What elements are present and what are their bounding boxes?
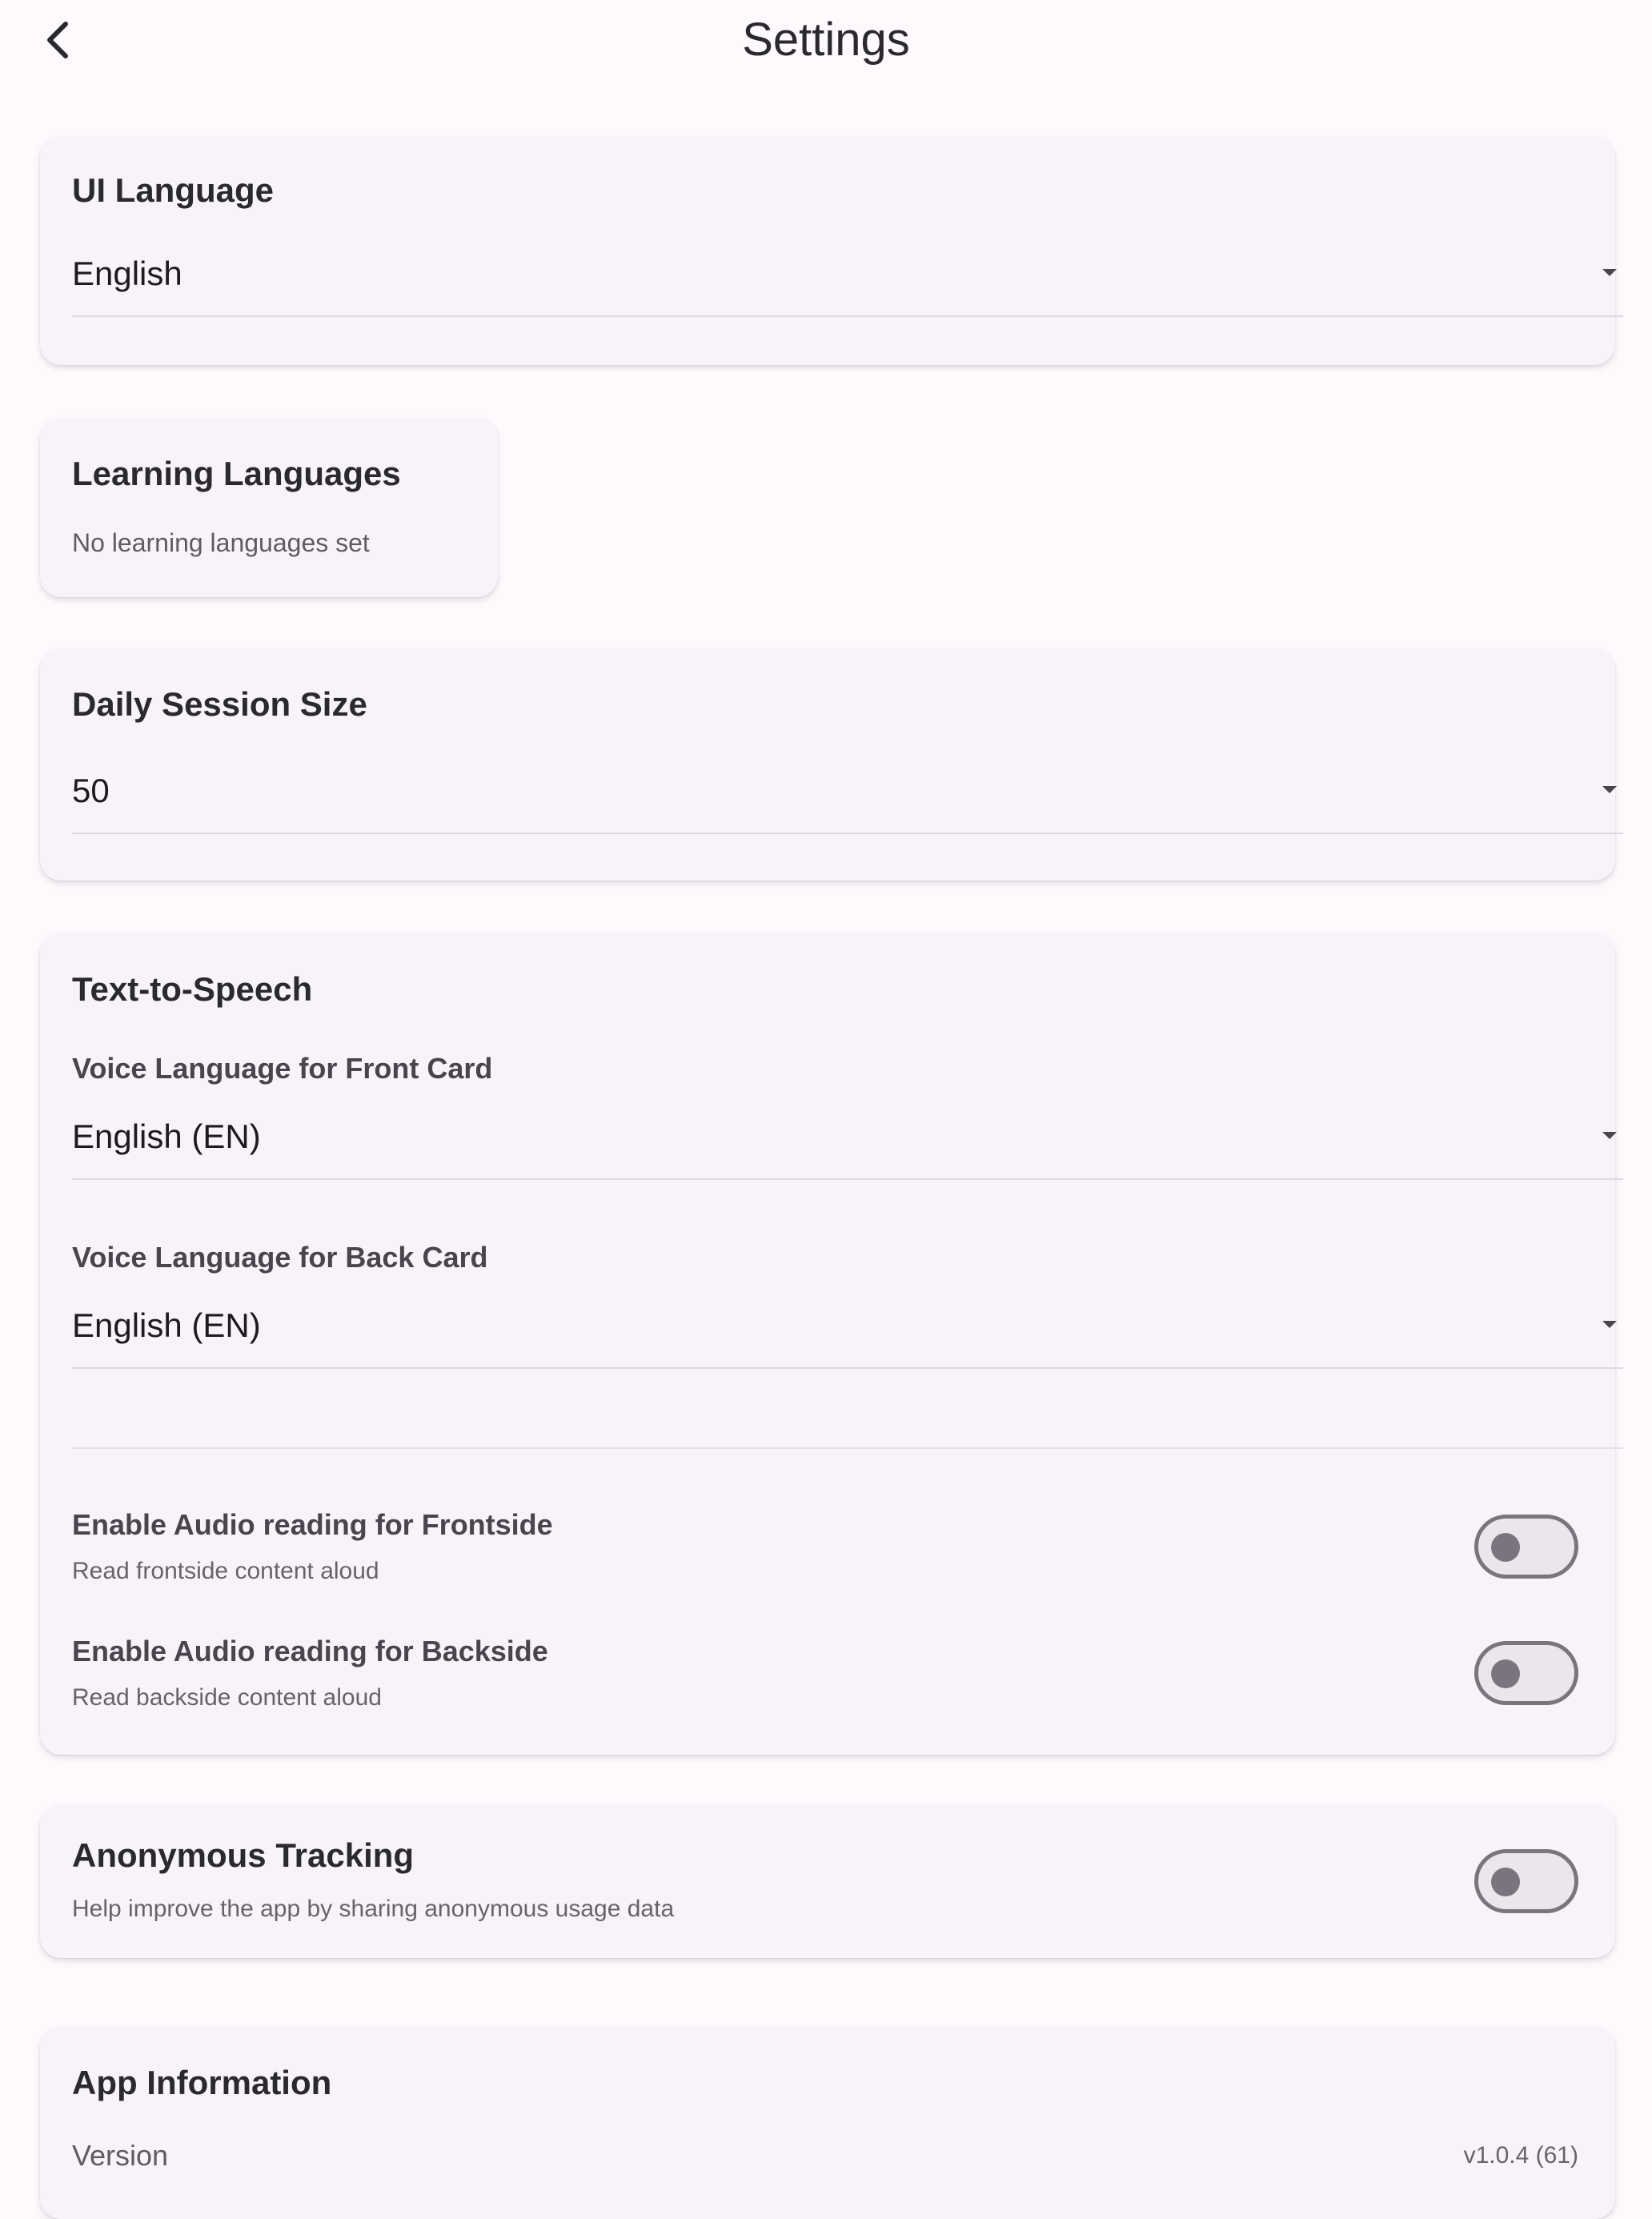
- ui-language-value: English: [72, 255, 182, 292]
- caret-down-icon: [1602, 1321, 1617, 1328]
- app-info-title: App Information: [72, 2064, 332, 2101]
- ui-language-title: UI Language: [72, 171, 275, 209]
- learning-languages-title: Learning Languages: [72, 455, 401, 492]
- tracking-toggle[interactable]: [1474, 1849, 1578, 1913]
- front-audio-title: Enable Audio reading for Frontside: [72, 1508, 553, 1541]
- caret-down-icon: [1602, 269, 1617, 276]
- daily-session-title: Daily Session Size: [72, 685, 367, 723]
- app-bar: Settings: [0, 0, 1652, 88]
- page-title: Settings: [742, 14, 910, 66]
- tts-divider: [72, 1447, 1623, 1449]
- tracking-subtitle: Help improve the app by sharing anonymou…: [72, 1896, 675, 1922]
- tts-title: Text-to-Speech: [72, 970, 313, 1008]
- daily-session-value: 50: [72, 772, 110, 809]
- ui-language-card: UI Language English: [40, 136, 1623, 365]
- toggle-thumb: [1491, 1659, 1520, 1688]
- back-voice-dropdown[interactable]: English (EN): [72, 1292, 1623, 1369]
- ui-language-dropdown[interactable]: English: [72, 240, 1623, 317]
- daily-session-card: Daily Session Size 50: [40, 648, 1623, 881]
- caret-down-icon: [1602, 1132, 1617, 1139]
- version-value: v1.0.4 (61): [1463, 2142, 1578, 2169]
- back-voice-value: English (EN): [72, 1306, 261, 1344]
- app-info-card: App Information Version v1.0.4 (61): [40, 2027, 1615, 2219]
- learning-languages-card[interactable]: Learning Languages No learning languages…: [40, 418, 498, 597]
- back-audio-toggle[interactable]: [1474, 1641, 1578, 1705]
- tracking-card: Anonymous Tracking Help improve the app …: [40, 1804, 1615, 1958]
- back-audio-subtitle: Read backside content aloud: [72, 1684, 382, 1711]
- tts-card: Text-to-Speech Voice Language for Front …: [40, 933, 1623, 1755]
- front-voice-value: English (EN): [72, 1118, 261, 1155]
- toggle-thumb: [1491, 1533, 1520, 1562]
- front-audio-toggle[interactable]: [1474, 1515, 1578, 1579]
- version-label: Version: [72, 2139, 169, 2172]
- front-voice-label: Voice Language for Front Card: [72, 1052, 493, 1085]
- learning-languages-subtitle: No learning languages set: [72, 528, 370, 557]
- caret-down-icon: [1602, 786, 1617, 793]
- daily-session-dropdown[interactable]: 50: [72, 757, 1623, 834]
- front-audio-subtitle: Read frontside content aloud: [72, 1558, 379, 1584]
- toggle-thumb: [1491, 1868, 1520, 1896]
- back-audio-title: Enable Audio reading for Backside: [72, 1635, 548, 1667]
- back-voice-label: Voice Language for Back Card: [72, 1241, 488, 1274]
- front-voice-dropdown[interactable]: English (EN): [72, 1103, 1623, 1180]
- tracking-title: Anonymous Tracking: [72, 1836, 415, 1874]
